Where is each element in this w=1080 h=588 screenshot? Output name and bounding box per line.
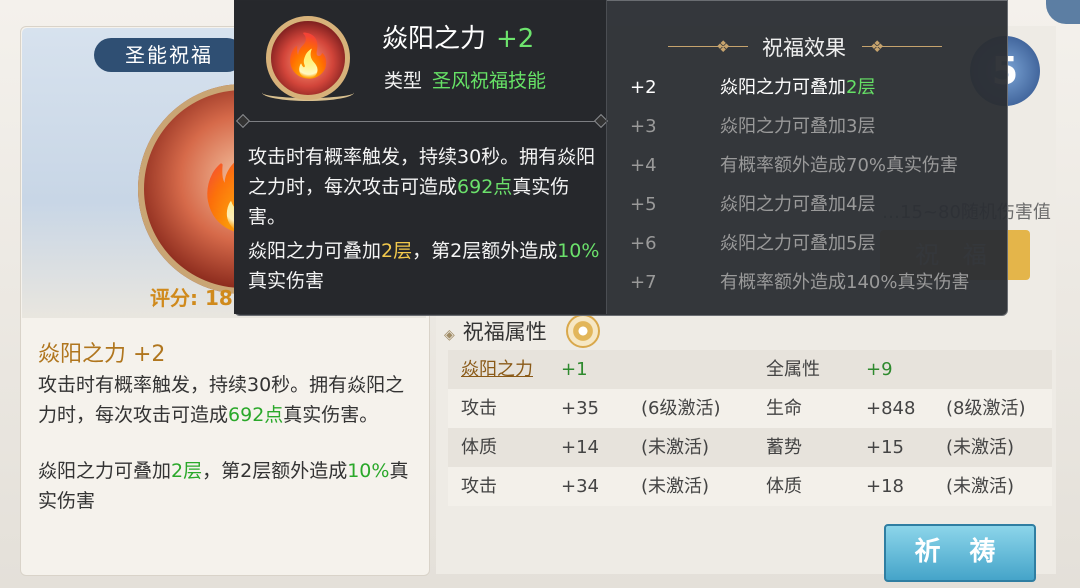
attr-name: 攻击 bbox=[461, 398, 497, 419]
list-item: +5 焱阳之力可叠加4层 bbox=[626, 187, 996, 226]
attr-value: +9 bbox=[866, 359, 893, 380]
skill-name: 焱阳之力 +2 bbox=[38, 342, 166, 367]
table-row: 攻击 +34 (未激活) 体质 +18 (未激活) bbox=[448, 467, 1052, 506]
effect-text: 焱阳之力可叠加2层 bbox=[720, 77, 876, 98]
effect-level: +5 bbox=[630, 194, 657, 215]
attr-name: 蓄势 bbox=[766, 437, 802, 458]
tooltip-description-1: 攻击时有概率触发，持续30秒。拥有焱阳之力时，每次攻击可造成692点真实伤害。 bbox=[248, 146, 596, 228]
tooltip-column-divider bbox=[606, 0, 607, 314]
attr-status: (未激活) bbox=[641, 437, 710, 458]
effect-level: +3 bbox=[630, 116, 657, 137]
effect-level: +7 bbox=[630, 272, 657, 293]
table-row: 焱阳之力 +1 全属性 +9 bbox=[448, 350, 1052, 389]
list-item: +6 焱阳之力可叠加5层 bbox=[626, 226, 996, 265]
effect-level: +2 bbox=[630, 77, 657, 98]
list-item: +7 有概率额外造成140%真实伤害 bbox=[626, 265, 996, 302]
pray-button[interactable]: 祈 祷 bbox=[884, 524, 1036, 582]
divider bbox=[242, 121, 604, 122]
attr-value: +18 bbox=[866, 476, 904, 497]
table-row: 体质 +14 (未激活) 蓄势 +15 (未激活) bbox=[448, 428, 1052, 467]
effect-level: +6 bbox=[630, 233, 657, 254]
eye-icon[interactable] bbox=[566, 314, 600, 348]
card-title: 圣能祝福 bbox=[94, 38, 244, 72]
attr-name: 体质 bbox=[461, 437, 497, 458]
flame-icon: 🔥 bbox=[282, 31, 335, 80]
attr-value: +35 bbox=[561, 398, 599, 419]
attr-status: (未激活) bbox=[946, 476, 1015, 497]
attr-name: 生命 bbox=[766, 398, 802, 419]
effect-text: 有概率额外造成70%真实伤害 bbox=[720, 155, 959, 176]
skill-description-2: 焱阳之力可叠加2层，第2层额外造成10%真实伤害 bbox=[38, 460, 409, 512]
attr-value: +34 bbox=[561, 476, 599, 497]
attr-name[interactable]: 焱阳之力 bbox=[461, 350, 533, 389]
effect-text: 焱阳之力可叠加5层 bbox=[720, 233, 876, 254]
attr-name: 体质 bbox=[766, 476, 802, 497]
list-item: +3 焱阳之力可叠加3层 bbox=[626, 109, 996, 148]
attr-status: (8级激活) bbox=[946, 398, 1026, 419]
effect-text: 焱阳之力可叠加3层 bbox=[720, 116, 876, 137]
attr-status: (未激活) bbox=[946, 437, 1015, 458]
tooltip-description-2: 焱阳之力可叠加2层，第2层额外造成10%真实伤害 bbox=[248, 240, 600, 292]
attr-status: (未激活) bbox=[641, 476, 710, 497]
table-row: 攻击 +35 (6级激活) 生命 +848 (8级激活) bbox=[448, 389, 1052, 428]
attributes-table: 焱阳之力 +1 全属性 +9 攻击 +35 (6级激活) 生命 +848 (8级… bbox=[448, 350, 1052, 506]
bless-effects-title: 祝福效果 bbox=[762, 36, 846, 60]
list-item: +4 有概率额外造成70%真实伤害 bbox=[626, 148, 996, 187]
attr-value: +848 bbox=[866, 398, 916, 419]
tooltip-skill-type: 类型 圣风祝福技能 bbox=[384, 70, 547, 92]
list-item: +2 焱阳之力可叠加2层 bbox=[626, 70, 996, 109]
skill-description-1: 攻击时有概率触发，持续30秒。拥有焱阳之力时，每次攻击可造成692点真实伤害。 bbox=[38, 374, 405, 426]
effect-text: 焱阳之力可叠加4层 bbox=[720, 194, 876, 215]
attr-status: (6级激活) bbox=[641, 398, 721, 419]
tooltip-skill-name: 焱阳之力 +2 bbox=[382, 24, 535, 54]
attr-name: 全属性 bbox=[766, 359, 820, 380]
attr-value: +14 bbox=[561, 437, 599, 458]
diamond-icon: ◈ bbox=[444, 327, 455, 343]
attr-value: +15 bbox=[866, 437, 904, 458]
attributes-title: ◈ 祝福属性 bbox=[444, 320, 547, 344]
ornament-line bbox=[862, 46, 942, 47]
effect-text: 有概率额外造成140%真实伤害 bbox=[720, 272, 970, 293]
attr-value: +1 bbox=[561, 359, 588, 380]
bless-effects-list[interactable]: +2 焱阳之力可叠加2层 +3 焱阳之力可叠加3层 +4 有概率额外造成70%真… bbox=[626, 70, 996, 302]
effect-level: +4 bbox=[630, 155, 657, 176]
attr-name: 攻击 bbox=[461, 476, 497, 497]
